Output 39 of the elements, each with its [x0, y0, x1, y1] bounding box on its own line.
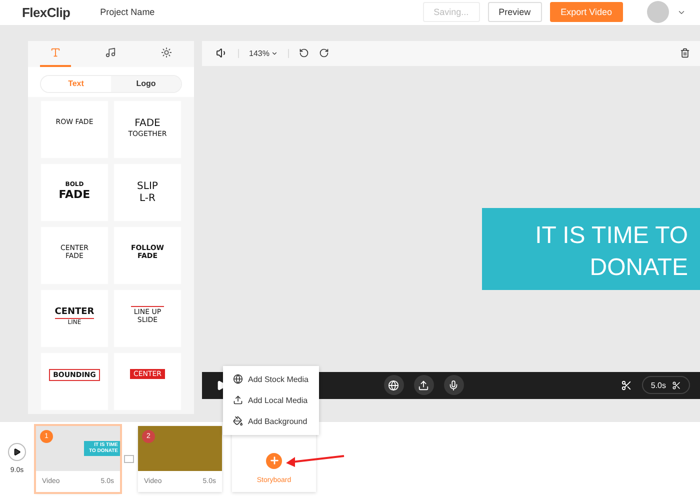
template-text: L-R — [140, 192, 156, 205]
template-text: SLIP — [137, 180, 158, 193]
menu-item[interactable]: Add Stock Media — [223, 368, 319, 390]
split-icon[interactable] — [620, 380, 632, 391]
plus-icon — [268, 455, 280, 466]
template-text: CENTER — [54, 306, 94, 319]
settings-icon — [160, 47, 172, 58]
menu-item[interactable]: Add Background — [223, 410, 319, 432]
preview-button[interactable]: Preview — [488, 2, 542, 22]
globe-button[interactable] — [384, 375, 404, 396]
logo: FlexClip — [22, 4, 70, 20]
music-note-icon — [105, 47, 116, 58]
microphone-button[interactable] — [444, 375, 464, 396]
segment-tab[interactable]: Logo — [111, 76, 181, 92]
duration-control[interactable]: 5.0s — [642, 376, 690, 394]
menu-item[interactable]: Add Local Media — [223, 390, 319, 411]
template-text: FADE — [134, 118, 160, 130]
upload-icon — [233, 395, 243, 406]
undo-icon[interactable] — [299, 48, 310, 58]
template-text: FADE — [58, 188, 90, 202]
scissors-icon — [672, 380, 681, 390]
upload-button[interactable] — [414, 375, 434, 396]
pointer-arrow — [286, 454, 344, 467]
project-name[interactable]: Project Name — [100, 7, 415, 18]
play-icon — [13, 448, 21, 456]
volume-icon[interactable] — [216, 47, 228, 60]
add-button[interactable] — [266, 452, 282, 469]
microphone-icon — [448, 380, 460, 391]
text-icon — [50, 47, 62, 58]
delete-icon[interactable] — [680, 48, 690, 58]
globe-icon — [233, 374, 243, 384]
caret-icon — [271, 50, 278, 57]
zoom-dropdown[interactable]: 143% — [238, 48, 290, 58]
globe-icon — [388, 380, 400, 391]
play-button[interactable] — [8, 443, 26, 462]
upload-icon — [418, 380, 430, 391]
paint-bucket-icon — [233, 416, 243, 426]
text-template-card[interactable]: SLIP L-R — [114, 164, 181, 221]
redo-icon[interactable] — [319, 48, 330, 58]
